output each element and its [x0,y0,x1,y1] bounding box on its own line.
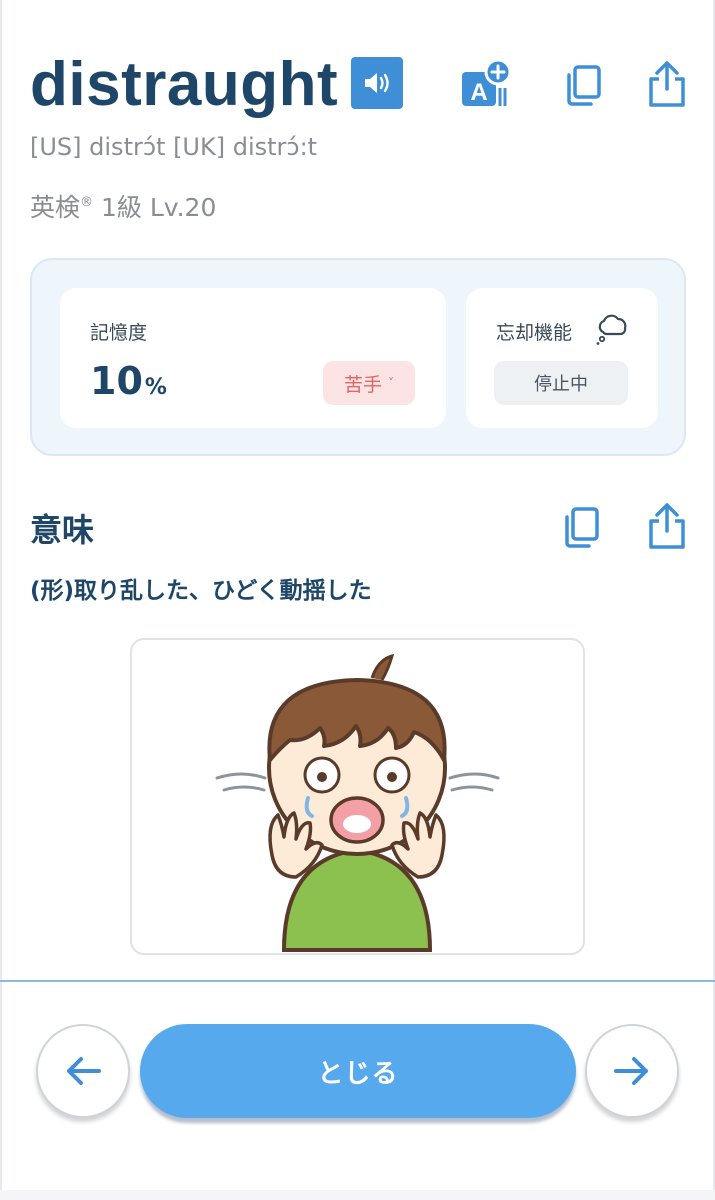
next-word-button[interactable] [585,1024,679,1118]
copy-meaning-button[interactable] [555,502,607,554]
pronounce-button[interactable] [351,57,403,109]
share-meaning-button[interactable] [641,500,693,552]
copy-icon [567,65,601,106]
share-word-button[interactable] [641,58,693,110]
level-rest: 1級 Lv.20 [93,193,217,222]
forget-card: 忘却機能 停止中 [466,288,658,428]
add-translation-button[interactable]: A [460,58,512,110]
memory-label: 記憶度 [90,322,148,344]
level-prefix: 英検 [30,193,81,222]
definition-text: (形)取り乱した、ひどく動揺した [30,578,372,604]
svg-text:A: A [470,79,487,106]
memory-panel: 記憶度 10% 苦手 ˅ 忘却機能 停止中 [30,258,686,456]
registered-mark: ® [80,195,94,210]
pronunciation: [US] distrɔ́t [UK] distrɔ́:t [30,133,318,161]
share-icon [649,61,685,107]
bottom-strip [0,1190,715,1200]
weak-status-label: 苦手 [343,373,382,396]
thought-cloud-icon [596,314,627,345]
weak-status-dropdown[interactable]: 苦手 ˅ [323,361,415,405]
share-icon [649,503,685,549]
divider [0,980,715,982]
page-edge [0,0,2,1200]
forget-status-toggle[interactable]: 停止中 [494,361,628,405]
memory-number: 10 [90,359,143,403]
translate-add-icon: A [462,58,512,106]
copy-icon [565,507,599,548]
memory-value: 10% [90,358,167,411]
close-button[interactable]: とじる [140,1024,576,1118]
memory-card: 記憶度 10% 苦手 ˅ [60,288,446,428]
memory-unit: % [144,375,167,400]
arrow-left-icon [67,1057,101,1085]
copy-word-button[interactable] [557,60,609,112]
forget-label: 忘却機能 [496,322,573,344]
word-illustration [130,638,585,955]
chevron-down-icon: ˅ [388,376,394,390]
level-label: 英検® 1級 Lv.20 [30,186,216,225]
arrow-right-icon [614,1057,648,1085]
meaning-title: 意味 [30,511,95,549]
speaker-icon [365,73,389,93]
distraught-boy-illustration [215,653,500,952]
word-title: distraught [30,50,339,119]
previous-word-button[interactable] [36,1024,130,1118]
